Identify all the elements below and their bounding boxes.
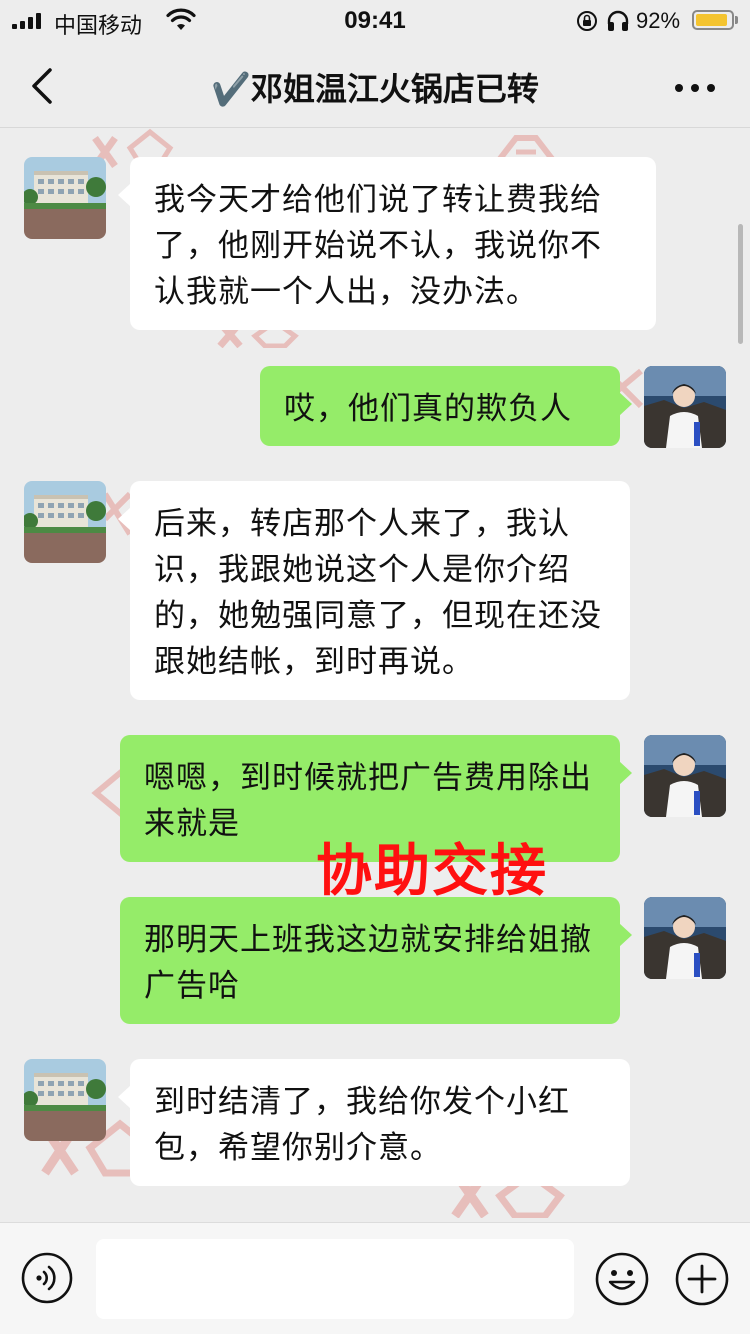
my-avatar[interactable] (644, 897, 726, 979)
my-avatar[interactable] (644, 366, 726, 448)
chat-area[interactable]: 我今天才给他们说了转让费我给了，他刚开始说不认，我说你不认我就一个人出，没办法。… (0, 128, 750, 1222)
battery-percent: 92% (636, 8, 681, 33)
message-bubble-outgoing[interactable]: 哎，他们真的欺负人 (260, 366, 632, 446)
message-bubble-outgoing[interactable]: 那明天上班我这边就安排给姐撤广告哈 (120, 897, 632, 1024)
contact-avatar[interactable] (24, 1059, 106, 1141)
voice-icon[interactable] (20, 1251, 74, 1305)
headphones-icon (607, 10, 629, 31)
more-dots-icon[interactable] (668, 68, 722, 108)
battery-icon (692, 10, 734, 30)
orientation-lock-icon (577, 11, 597, 31)
message-text: 哎，他们真的欺负人 (284, 391, 572, 427)
chat-title: ✔️邓姐温江火锅店已转 (211, 70, 539, 108)
chat-scrollbar[interactable] (738, 224, 743, 344)
input-bar (0, 1222, 750, 1334)
plus-icon[interactable] (674, 1251, 730, 1307)
message-text: 后来，转店那个人来了，我认识，我跟她说这个人是你介绍的，她勉强同意了，但现在还没… (154, 506, 602, 680)
battery-tip (735, 16, 738, 24)
my-avatar[interactable] (644, 735, 726, 817)
nav-bar: ✔️邓姐温江火锅店已转 (0, 44, 750, 128)
message-bubble-incoming[interactable]: 后来，转店那个人来了，我认识，我跟她说这个人是你介绍的，她勉强同意了，但现在还没… (118, 481, 630, 700)
message-text: 到时结清了，我给你发个小红包，希望你别介意。 (154, 1084, 570, 1166)
battery-fill (696, 14, 727, 26)
contact-avatar[interactable] (24, 157, 106, 239)
emoji-icon[interactable] (594, 1251, 650, 1307)
overlay-annotation: 协助交接 (316, 839, 548, 904)
message-text: 我今天才给他们说了转让费我给了，他刚开始说不认，我说你不认我就一个人出，没办法。 (154, 182, 602, 310)
contact-avatar[interactable] (24, 481, 106, 563)
status-bar: 中国移动 09:41 92% (0, 0, 750, 44)
message-text: 那明天上班我这边就安排给姐撤广告哈 (144, 922, 592, 1004)
message-bubble-incoming[interactable]: 到时结清了，我给你发个小红包，希望你别介意。 (118, 1059, 630, 1186)
message-input[interactable] (96, 1239, 574, 1319)
message-bubble-incoming[interactable]: 我今天才给他们说了转让费我给了，他刚开始说不认，我说你不认我就一个人出，没办法。 (118, 157, 656, 330)
